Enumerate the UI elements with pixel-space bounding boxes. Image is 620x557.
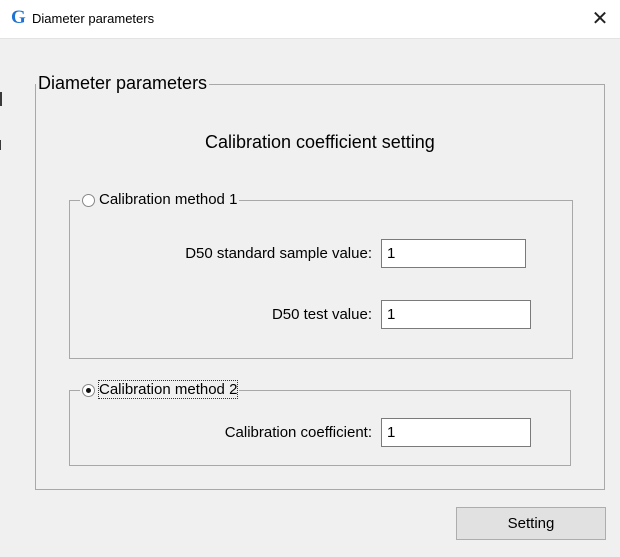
d50-standard-sample-label: D50 standard sample value: <box>185 245 372 262</box>
calibration-method-1-option[interactable]: Calibration method 1 <box>80 190 240 211</box>
calibration-method-1-radio[interactable] <box>82 193 95 207</box>
calibration-coefficient-label: Calibration coefficient: <box>224 424 372 441</box>
background-window-edge <box>0 92 2 106</box>
calibration-method-1-group: Calibration method 1 <box>69 190 573 359</box>
calibration-method-2-radio[interactable] <box>82 383 95 397</box>
d50-test-value-label: D50 test value: <box>271 306 372 323</box>
window-title: Diameter parameters <box>32 11 155 26</box>
calibration-method-1-label: Calibration method 1 <box>99 191 238 208</box>
background-window-edge <box>0 140 1 150</box>
calibration-coefficient-input[interactable]: 1 <box>381 418 531 447</box>
app-logo-icon: G <box>11 7 26 28</box>
calibration-method-2-option[interactable]: Calibration method 2 <box>80 380 240 401</box>
d50-standard-sample-input[interactable]: 1 <box>381 239 526 268</box>
calibration-method-2-label: Calibration method 2 <box>97 380 239 399</box>
close-button[interactable]: ✕ <box>580 0 620 38</box>
calibration-heading: Calibration coefficient setting <box>205 132 435 152</box>
setting-button[interactable]: Setting <box>456 507 606 540</box>
title-bar: G Diameter parameters ✕ <box>0 0 620 39</box>
diameter-parameters-legend: Diameter parameters <box>36 72 210 94</box>
d50-test-value-input[interactable]: 1 <box>381 300 531 329</box>
